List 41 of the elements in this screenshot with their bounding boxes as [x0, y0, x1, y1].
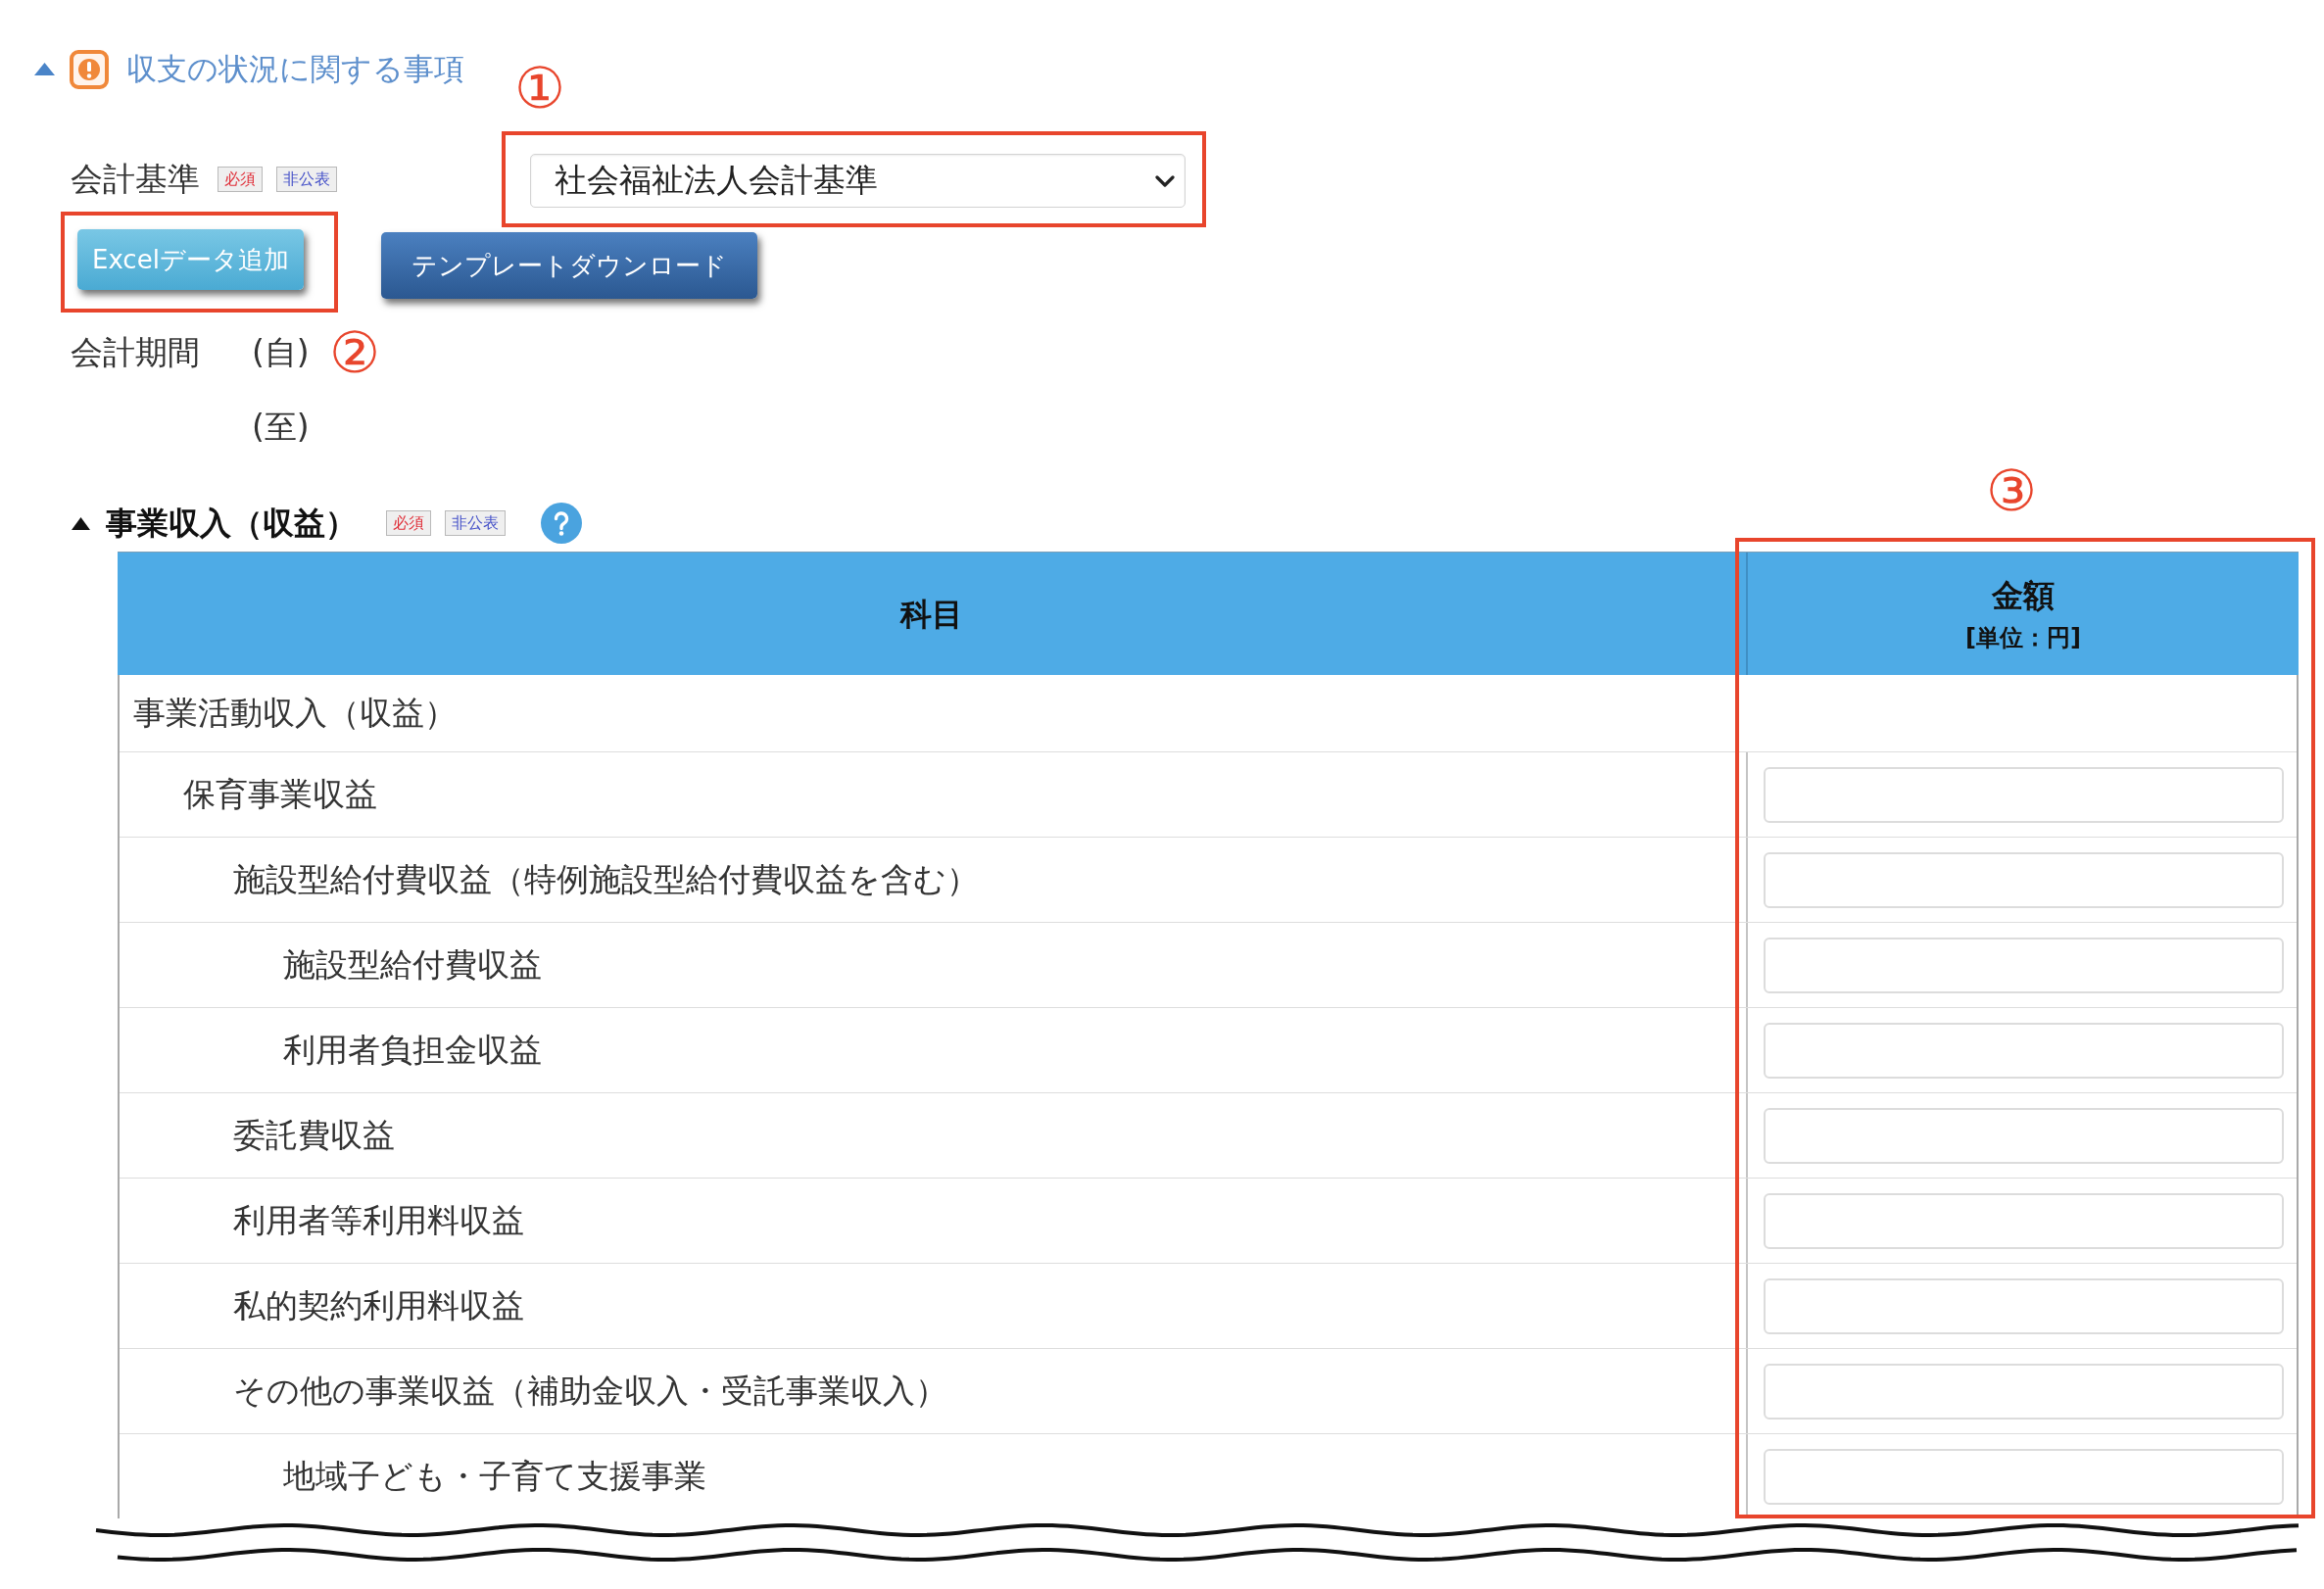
accounting-standard-select[interactable]: 社会福祉法人会計基準: [530, 154, 1186, 208]
period-from-label: (自): [252, 332, 310, 372]
non-public-badge: 非公表: [276, 167, 337, 192]
help-icon[interactable]: [541, 503, 582, 544]
field-label: 会計基準: [71, 160, 200, 199]
subsection-title: 事業収入（収益）: [106, 504, 357, 544]
amount-field[interactable]: [1764, 1363, 2284, 1420]
amount-field[interactable]: [1764, 851, 2284, 908]
non-public-badge: 非公表: [445, 510, 506, 536]
amount-field[interactable]: [1764, 1192, 2284, 1249]
account-name: 利用者等利用料収益: [233, 1201, 524, 1240]
account-name: 施設型給付費収益: [283, 945, 542, 985]
template-download-button[interactable]: テンプレートダウンロード: [380, 232, 757, 299]
section-title: 収支の状況に関する事項: [126, 50, 464, 88]
unit-label: [単位：円]: [1965, 623, 2081, 651]
account-name: 私的契約利用料収益: [233, 1286, 524, 1325]
account-name: 地域子ども・子育て支援事業: [283, 1457, 706, 1496]
amount-field[interactable]: [1764, 1022, 2284, 1079]
required-badge: 必須: [218, 167, 263, 192]
amount-field[interactable]: [1764, 937, 2284, 993]
account-name: 保育事業収益: [183, 775, 377, 814]
amount-field[interactable]: [1764, 1277, 2284, 1334]
account-name: 利用者負担金収益: [283, 1031, 542, 1070]
account-name: 施設型給付費収益（特例施設型給付費収益を含む）: [233, 860, 979, 899]
account-name: 事業活動収入（収益）: [133, 694, 457, 733]
field-label: 会計期間: [71, 332, 201, 372]
account-name: その他の事業収益（補助金収入・受託事業収入）: [233, 1372, 947, 1411]
amount-field[interactable]: [1764, 1448, 2284, 1505]
callout-number: ③: [1986, 463, 2037, 517]
period-to-label: (至): [252, 408, 310, 447]
callout-number: ①: [514, 61, 565, 115]
callout-number: ②: [328, 325, 380, 379]
caret-icon[interactable]: [72, 516, 90, 530]
account-name: 委託費収益: [233, 1116, 395, 1155]
chevron-down-icon: [1155, 174, 1175, 187]
amount-field[interactable]: [1764, 766, 2284, 823]
required-badge: 必須: [386, 510, 431, 536]
column-header: 金額: [1992, 576, 2055, 614]
amount-field[interactable]: [1764, 1107, 2284, 1164]
column-header: 科目: [900, 595, 963, 633]
exclamation-icon: [70, 49, 109, 89]
